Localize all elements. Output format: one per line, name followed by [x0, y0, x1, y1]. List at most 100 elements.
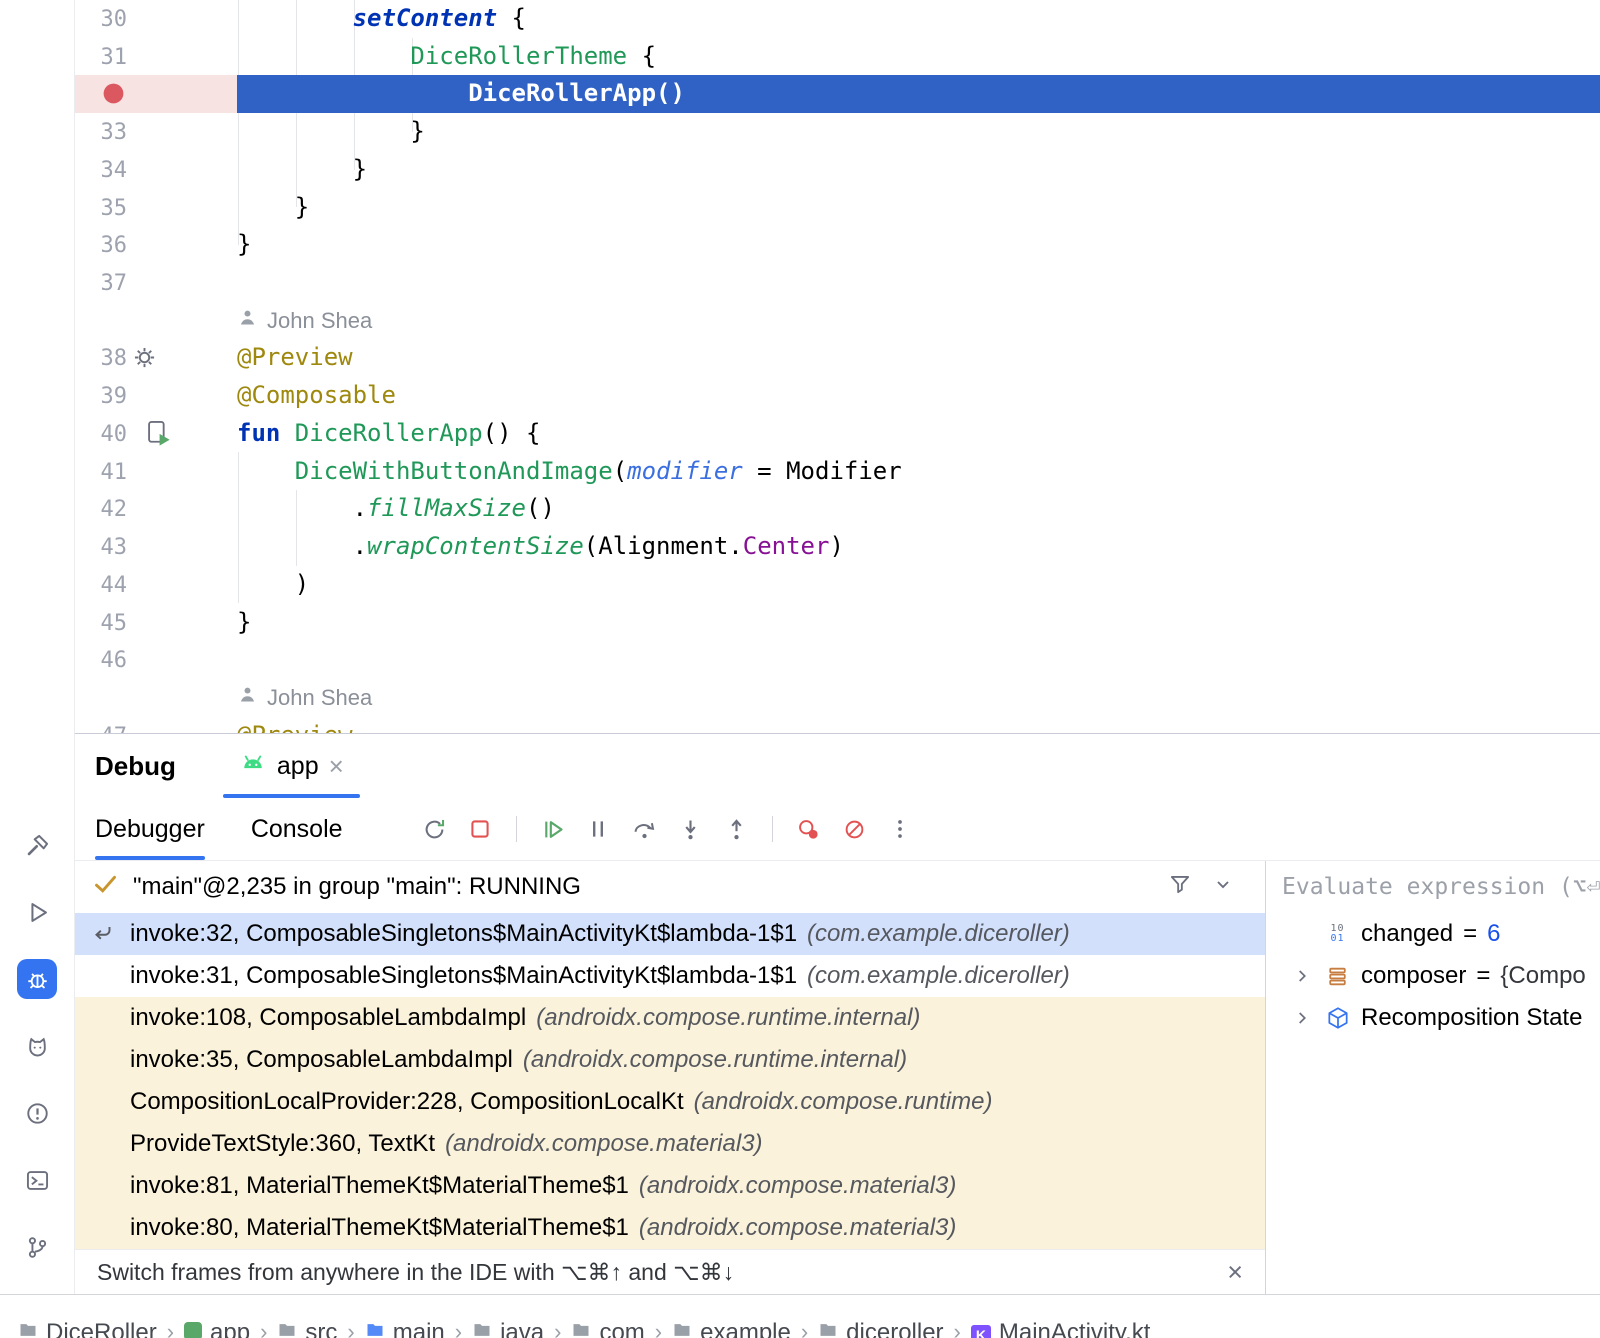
code-line: 44 )	[75, 566, 1600, 604]
debug-icon[interactable]	[17, 959, 57, 999]
editor-gutter[interactable]: 33	[75, 113, 237, 151]
author-inlay-hint: John Shea	[75, 302, 1600, 340]
debug-panel-title: Debug	[95, 751, 176, 782]
stack-frame-row[interactable]: invoke:81, MaterialThemeKt$MaterialTheme…	[75, 1165, 1265, 1207]
breadcrumb-item[interactable]: app	[184, 1319, 250, 1338]
evaluate-expression-field[interactable]: Evaluate expression (⌥⏎)	[1266, 861, 1600, 913]
stack-frame-row[interactable]: invoke:35, ComposableLambdaImpl(androidx…	[75, 1039, 1265, 1081]
problems-icon[interactable]	[17, 1093, 57, 1133]
stack-frame-row[interactable]: CompositionLocalProvider:228, Compositio…	[75, 1081, 1265, 1123]
breadcrumb-separator: ›	[954, 1319, 961, 1338]
line-number: 35	[75, 190, 127, 228]
more-icon[interactable]	[887, 816, 914, 843]
editor-gutter[interactable]: 41	[75, 453, 237, 491]
editor-gutter[interactable]	[75, 302, 237, 340]
mute-breakpoints-icon[interactable]	[841, 816, 868, 843]
editor-gutter[interactable]: 45	[75, 604, 237, 642]
editor-gutter[interactable]: 37	[75, 264, 237, 302]
code-text: .wrapContentSize(Alignment.Center)	[237, 528, 1600, 566]
rerun-icon[interactable]	[421, 816, 448, 843]
run-icon[interactable]	[17, 892, 57, 932]
breadcrumb-item[interactable]: diceroller	[818, 1319, 943, 1338]
toolbar-separator	[772, 816, 773, 842]
code-editor[interactable]: 30 setContent {31 DiceRollerTheme { Dice…	[75, 0, 1600, 733]
debugger-toolbar: Debugger Console	[75, 798, 1600, 861]
breadcrumb-item[interactable]: DiceRoller	[18, 1319, 157, 1338]
close-icon[interactable]: ×	[1227, 1259, 1243, 1286]
code-line: 47@Preview	[75, 717, 1600, 733]
editor-gutter[interactable]: 42	[75, 490, 237, 528]
breadcrumb-item[interactable]: java	[472, 1319, 544, 1338]
stack-frame-row[interactable]: invoke:32, ComposableSingletons$MainActi…	[75, 913, 1265, 955]
editor-gutter[interactable]: 46	[75, 641, 237, 679]
close-icon[interactable]: ×	[329, 753, 344, 779]
editor-gutter[interactable]: 34	[75, 151, 237, 189]
variable-row[interactable]: 1001changed = 6	[1266, 913, 1600, 955]
editor-gutter[interactable]: 40	[75, 415, 237, 453]
thread-status-row: "main"@2,235 in group "main": RUNNING	[75, 861, 1265, 913]
editor-gutter[interactable]: 31	[75, 38, 237, 76]
breakpoint-icon[interactable]	[101, 81, 126, 106]
pause-icon[interactable]	[585, 816, 612, 843]
breadcrumb-label: example	[700, 1319, 791, 1338]
terminal-icon[interactable]	[17, 1160, 57, 1200]
expand-chevron-icon[interactable]	[1290, 1007, 1314, 1029]
stack-frame-row[interactable]: invoke:80, MaterialThemeKt$MaterialTheme…	[75, 1207, 1265, 1249]
breadcrumb-separator: ›	[347, 1319, 354, 1338]
resume-icon[interactable]	[539, 816, 566, 843]
step-over-icon[interactable]	[631, 816, 658, 843]
variable-name: changed	[1361, 920, 1453, 948]
step-out-icon[interactable]	[723, 816, 750, 843]
folder-icon	[18, 1319, 38, 1338]
filter-icon[interactable]	[1167, 871, 1193, 904]
breadcrumb-item[interactable]: com	[571, 1319, 644, 1338]
fields-icon	[1324, 964, 1351, 989]
editor-gutter[interactable]: 30	[75, 0, 237, 38]
expand-chevron-icon[interactable]	[1290, 965, 1314, 987]
stack-frame-row[interactable]: invoke:31, ComposableSingletons$MainActi…	[75, 955, 1265, 997]
frame-package: (androidx.compose.runtime.internal)	[523, 1046, 907, 1074]
editor-gutter[interactable]: 43	[75, 528, 237, 566]
frame-package: (androidx.compose.material3)	[639, 1214, 956, 1242]
editor-gutter[interactable]: 35	[75, 189, 237, 227]
line-number: 45	[75, 605, 127, 643]
breadcrumb-label: main	[393, 1319, 445, 1338]
variable-row[interactable]: composer = {Compo	[1266, 955, 1600, 997]
breadcrumb-item[interactable]: example	[672, 1319, 791, 1338]
author-person-icon	[237, 302, 258, 340]
version-control-icon[interactable]	[17, 1227, 57, 1267]
code-line: 31 DiceRollerTheme {	[75, 38, 1600, 76]
editor-gutter[interactable]	[75, 75, 237, 113]
step-into-icon[interactable]	[677, 816, 704, 843]
stop-icon[interactable]	[467, 816, 494, 843]
frame-package: (androidx.compose.material3)	[445, 1130, 762, 1158]
editor-gutter[interactable]	[75, 679, 237, 717]
editor-gutter[interactable]: 36	[75, 226, 237, 264]
preview-settings-gear-icon[interactable]	[131, 344, 158, 371]
breadcrumb-item[interactable]: main	[365, 1319, 445, 1338]
breadcrumb-item[interactable]: src	[277, 1319, 337, 1338]
variable-name: composer	[1361, 962, 1466, 990]
tab-debugger[interactable]: Debugger	[95, 798, 205, 860]
editor-gutter[interactable]: 44	[75, 566, 237, 604]
breadcrumb-label: java	[500, 1319, 544, 1338]
run-preview-icon[interactable]	[145, 419, 173, 447]
code-text: @Preview	[237, 339, 1600, 377]
thread-running-check-icon	[92, 870, 119, 904]
tab-console[interactable]: Console	[251, 798, 343, 860]
build-hammer-icon[interactable]	[17, 825, 57, 865]
stack-frame-row[interactable]: invoke:108, ComposableLambdaImpl(android…	[75, 997, 1265, 1039]
code-text	[237, 264, 1600, 302]
chevron-down-icon[interactable]	[1211, 872, 1235, 903]
view-breakpoints-icon[interactable]	[795, 816, 822, 843]
tab-app[interactable]: app ×	[221, 734, 362, 798]
editor-gutter[interactable]: 39	[75, 377, 237, 415]
logcat-icon[interactable]	[17, 1026, 57, 1066]
tab-app-label: app	[277, 752, 319, 781]
editor-gutter[interactable]: 47	[75, 717, 237, 733]
stack-frame-row[interactable]: ProvideTextStyle:360, TextKt(androidx.co…	[75, 1123, 1265, 1165]
editor-gutter[interactable]: 38	[75, 339, 237, 377]
line-number: 37	[75, 265, 127, 303]
breadcrumb-item[interactable]: KMainActivity.kt	[971, 1319, 1151, 1338]
variable-row[interactable]: Recomposition State	[1266, 997, 1600, 1039]
